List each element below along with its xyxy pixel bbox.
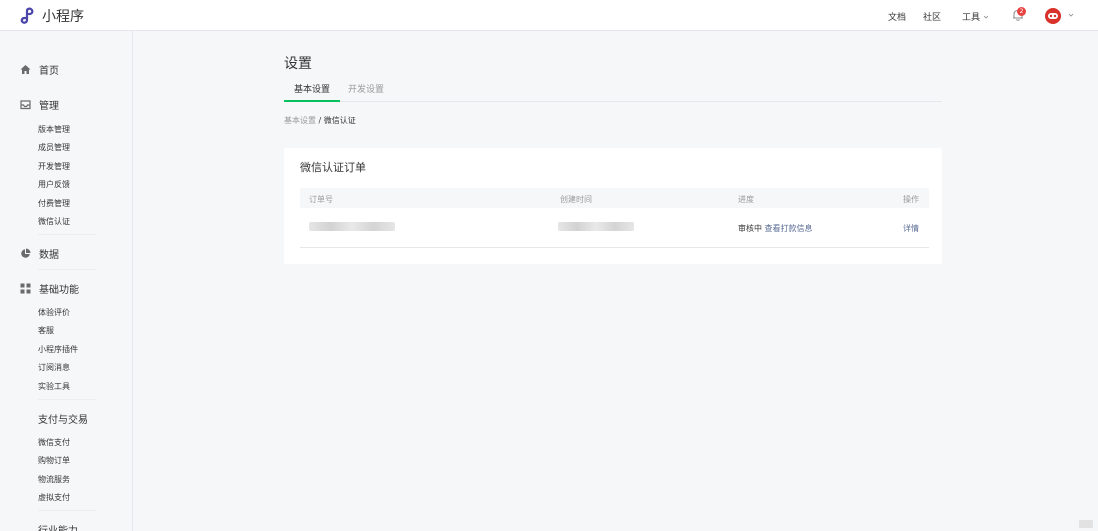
sidebar-item-data[interactable]: 数据 [20, 246, 59, 261]
chevron-down-icon [983, 15, 989, 19]
sidebar-item-version-management[interactable]: 版本管理 [38, 124, 70, 135]
avatar[interactable] [1045, 8, 1061, 24]
column-header-created-at: 创建时间 [560, 195, 592, 204]
chevron-down-icon[interactable] [1068, 12, 1074, 18]
corner-widget [1079, 520, 1093, 528]
tools-menu[interactable]: 工具 [962, 10, 989, 23]
sidebar-item-wechat-verification[interactable]: 微信认证 [38, 216, 70, 227]
mini-program-logo-icon [20, 7, 34, 24]
notification-badge: 2 [1017, 7, 1026, 16]
breadcrumb-separator: / [318, 116, 322, 125]
column-header-order-id: 订单号 [309, 195, 333, 204]
sidebar-item-member-management[interactable]: 成员管理 [38, 142, 70, 153]
inbox-icon [20, 100, 31, 110]
order-id-value [309, 222, 395, 231]
view-payment-info-link[interactable]: 查看打款信息 [765, 224, 813, 233]
sidebar-item-subscription-messages[interactable]: 订阅消息 [38, 362, 70, 373]
created-at-value [558, 222, 634, 231]
sidebar-divider [38, 399, 96, 400]
tools-label: 工具 [962, 13, 981, 23]
column-header-progress: 进度 [738, 195, 754, 204]
sidebar-section-manage[interactable]: 管理 [20, 97, 59, 112]
sidebar-section-label: 首页 [39, 66, 59, 77]
breadcrumb-current: 微信认证 [323, 116, 356, 125]
docs-link[interactable]: 文档 [888, 10, 906, 23]
table-header: 订单号 创建时间 进度 操作 [300, 188, 929, 208]
sidebar-section-basic-features[interactable]: 基础功能 [20, 281, 79, 296]
tab-dev-settings[interactable]: 开发设置 [338, 85, 394, 102]
table-row: 审核中 查看打款信息 详情 [300, 208, 929, 248]
app-logo[interactable]: 小程序 [20, 6, 84, 26]
pie-chart-icon [21, 248, 31, 258]
verification-orders-card: 微信认证订单 订单号 创建时间 进度 操作 审核中 查看打款信息 详情 [284, 148, 942, 264]
sidebar-section-label: 行业能力 [38, 522, 78, 531]
sidebar-item-billing[interactable]: 付费管理 [38, 198, 70, 209]
sidebar-item-user-feedback[interactable]: 用户反馈 [38, 179, 70, 190]
column-header-actions: 操作 [903, 195, 919, 204]
sidebar-divider [38, 510, 96, 511]
sidebar-section-label: 数据 [39, 250, 59, 261]
sidebar-item-home[interactable]: 首页 [20, 62, 59, 77]
sidebar-divider [38, 234, 96, 235]
card-title: 微信认证订单 [300, 161, 366, 174]
sidebar-item-dev-management[interactable]: 开发管理 [38, 161, 70, 172]
community-link[interactable]: 社区 [923, 10, 941, 23]
sidebar-item-experience-rating[interactable]: 体验评价 [38, 307, 70, 318]
top-bar: 小程序 文档 社区 工具 2 [0, 0, 1098, 31]
sidebar-item-plugins[interactable]: 小程序插件 [38, 344, 78, 355]
sidebar-section-industry[interactable]: 行业能力 [38, 522, 78, 531]
sidebar-item-experiment-tools[interactable]: 实验工具 [38, 381, 70, 392]
grid-icon [20, 283, 31, 294]
tab-basic-settings[interactable]: 基本设置 [284, 85, 341, 102]
settings-tabs: 基本设置 开发设置 [284, 85, 942, 102]
details-link[interactable]: 详情 [903, 223, 919, 234]
app-name: 小程序 [42, 9, 84, 25]
sidebar-item-logistics[interactable]: 物流服务 [38, 474, 70, 485]
sidebar-item-virtual-payment[interactable]: 虚拟支付 [38, 492, 70, 503]
sidebar-item-wechat-pay[interactable]: 微信支付 [38, 437, 70, 448]
breadcrumb: 基本设置 / 微信认证 [284, 115, 356, 126]
sidebar: 首页 管理 版本管理 成员管理 开发管理 用户反馈 付费管理 微信认证 数据 基… [0, 31, 133, 531]
sidebar-section-label: 管理 [39, 101, 59, 112]
sidebar-divider [38, 269, 96, 270]
sidebar-section-label: 基础功能 [39, 285, 79, 296]
breadcrumb-parent[interactable]: 基本设置 [284, 116, 316, 125]
page-title: 设置 [284, 56, 312, 72]
sidebar-section-label: 支付与交易 [38, 415, 88, 426]
sidebar-section-payment[interactable]: 支付与交易 [38, 411, 88, 426]
home-icon [20, 65, 31, 74]
sidebar-item-customer-service[interactable]: 客服 [38, 325, 54, 336]
status-text: 审核中 [738, 224, 762, 233]
progress-cell: 审核中 查看打款信息 [738, 223, 813, 234]
sidebar-item-shopping-orders[interactable]: 购物订单 [38, 455, 70, 466]
